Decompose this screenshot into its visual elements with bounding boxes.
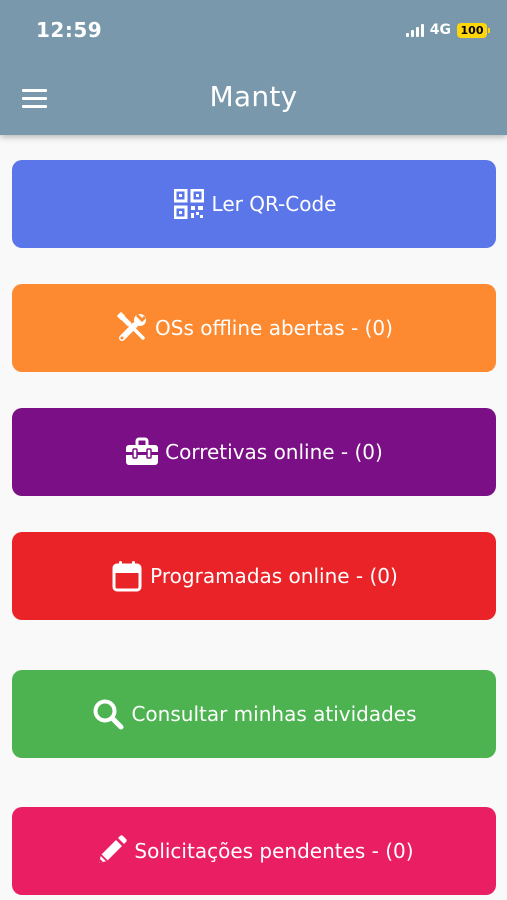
app-header: 12:59 4G 100 Manty: [0, 0, 507, 135]
offline-open-orders-button[interactable]: OSs offline abertas - (0): [12, 284, 496, 372]
app-screen: 12:59 4G 100 Manty Ler QR-Code OSs offli…: [0, 0, 507, 900]
network-type: 4G: [429, 22, 451, 38]
pencil-icon: [94, 834, 128, 868]
page-title: Manty: [209, 80, 298, 113]
status-time: 12:59: [36, 18, 103, 42]
tools-icon: [115, 311, 149, 345]
signal-icon: [405, 23, 424, 37]
read-qr-code-label: Ler QR-Code: [211, 192, 337, 216]
read-qr-code-button[interactable]: Ler QR-Code: [12, 160, 496, 248]
online-corrective-label: Corretivas online - (0): [165, 440, 383, 464]
online-corrective-button[interactable]: Corretivas online - (0): [12, 408, 496, 496]
toolbox-icon: [125, 435, 159, 469]
calendar-icon: [110, 559, 144, 593]
pending-requests-label: Solicitações pendentes - (0): [134, 839, 414, 863]
status-indicators: 4G 100: [405, 22, 490, 38]
pending-requests-button[interactable]: Solicitações pendentes - (0): [12, 807, 496, 895]
my-activities-button[interactable]: Consultar minhas atividades: [12, 670, 496, 758]
search-icon: [91, 697, 125, 731]
my-activities-label: Consultar minhas atividades: [131, 702, 417, 726]
battery-icon: 100: [457, 22, 490, 38]
offline-open-orders-label: OSs offline abertas - (0): [155, 316, 393, 340]
online-scheduled-label: Programadas online - (0): [150, 564, 398, 588]
online-scheduled-button[interactable]: Programadas online - (0): [12, 532, 496, 620]
qr-code-icon: [172, 187, 206, 221]
